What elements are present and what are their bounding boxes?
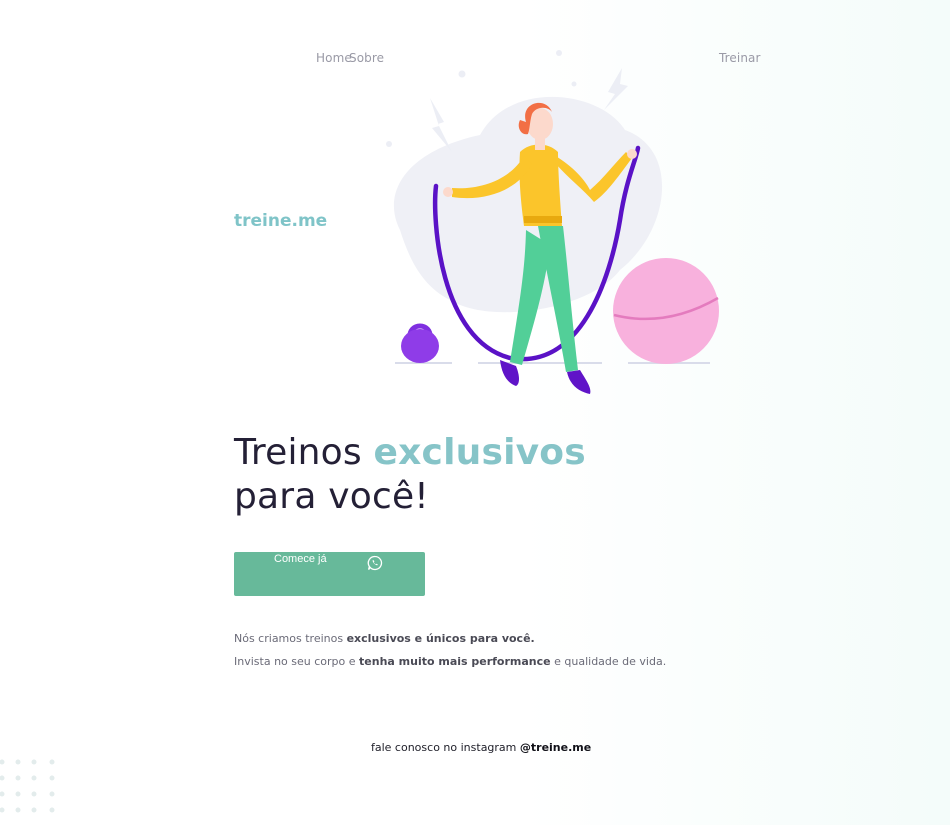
jump-rope-illustration [386,50,719,394]
decorative-dot-grid [0,759,55,813]
brand-logo[interactable]: treine.me [234,211,327,231]
deco-dot [571,81,577,87]
deco-dot [386,141,392,147]
description-bold-text: tenha muito mais performance [359,655,551,668]
lightning-left-icon [430,98,452,152]
whatsapp-icon [367,555,383,571]
description-text: Nós criamos treinos [234,632,347,645]
description-text: Invista no seu corpo e [234,655,360,668]
hero-heading: Treinos exclusivos para você! [234,431,586,519]
lightning-right-icon [604,68,628,110]
hero-title-part1: Treinos [234,432,374,473]
right-shoe [567,370,591,394]
nav-home-link[interactable]: Home [316,51,352,65]
description-line-2: Invista no seu corpo e tenha muito mais … [234,655,666,668]
footer-text: fale conosco no instagram [371,741,520,754]
start-now-button[interactable]: Comece já [234,552,425,596]
deco-dot [458,70,466,78]
footer-contact: fale conosco no instagram @treine.me [371,741,591,754]
start-now-label: Comece já [274,553,327,565]
hero-title-accent: exclusivos [373,432,586,473]
left-hand [443,187,453,197]
description-text: e qualidade de vida. [550,655,667,668]
right-hand [627,149,637,159]
belt [524,216,562,223]
description-line-1: Nós criamos treinos exclusivos e únicos … [234,632,535,645]
description-bold-text: exclusivos e únicos para você. [346,632,535,645]
instagram-handle-link[interactable]: @treine.me [520,741,591,754]
hero-title-part2: para você! [234,476,429,517]
deco-dot [556,50,562,56]
exercise-ball [613,258,719,364]
